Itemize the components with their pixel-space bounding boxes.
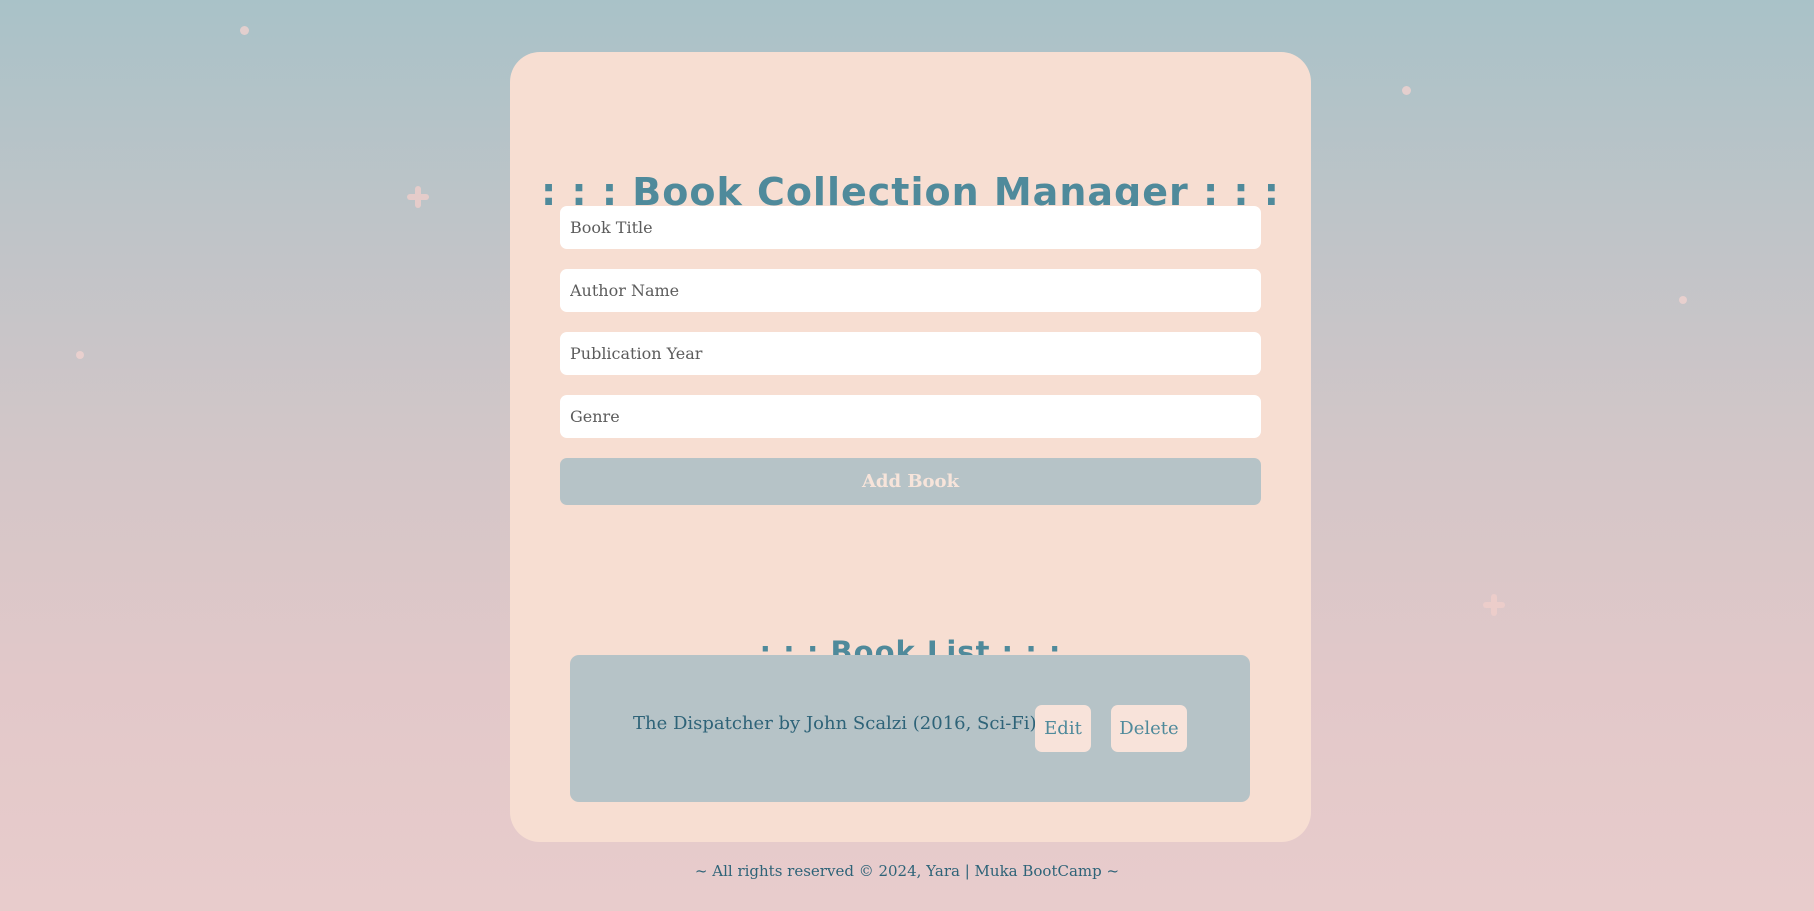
genre-input[interactable] bbox=[560, 395, 1261, 438]
delete-button[interactable]: Delete bbox=[1111, 705, 1187, 752]
edit-button[interactable]: Edit bbox=[1035, 705, 1091, 752]
book-title-input[interactable] bbox=[560, 206, 1261, 249]
publication-year-input[interactable] bbox=[560, 332, 1261, 375]
sparkle-decoration bbox=[1402, 86, 1411, 95]
book-entry-text: The Dispatcher by John Scalzi (2016, Sci… bbox=[633, 713, 1037, 734]
author-name-input[interactable] bbox=[560, 269, 1261, 312]
sparkle-decoration bbox=[1679, 296, 1687, 304]
add-book-button[interactable]: Add Book bbox=[560, 458, 1261, 505]
sparkle-decoration bbox=[76, 351, 84, 359]
sparkle-decoration bbox=[407, 186, 429, 208]
list-item: The Dispatcher by John Scalzi (2016, Sci… bbox=[570, 655, 1250, 802]
footer-copyright: ~ All rights reserved © 2024, Yara | Muk… bbox=[694, 862, 1120, 880]
sparkle-decoration bbox=[1483, 594, 1505, 616]
book-manager-card: : : : Book Collection Manager : : : Add … bbox=[510, 52, 1311, 842]
sparkle-decoration bbox=[240, 26, 249, 35]
